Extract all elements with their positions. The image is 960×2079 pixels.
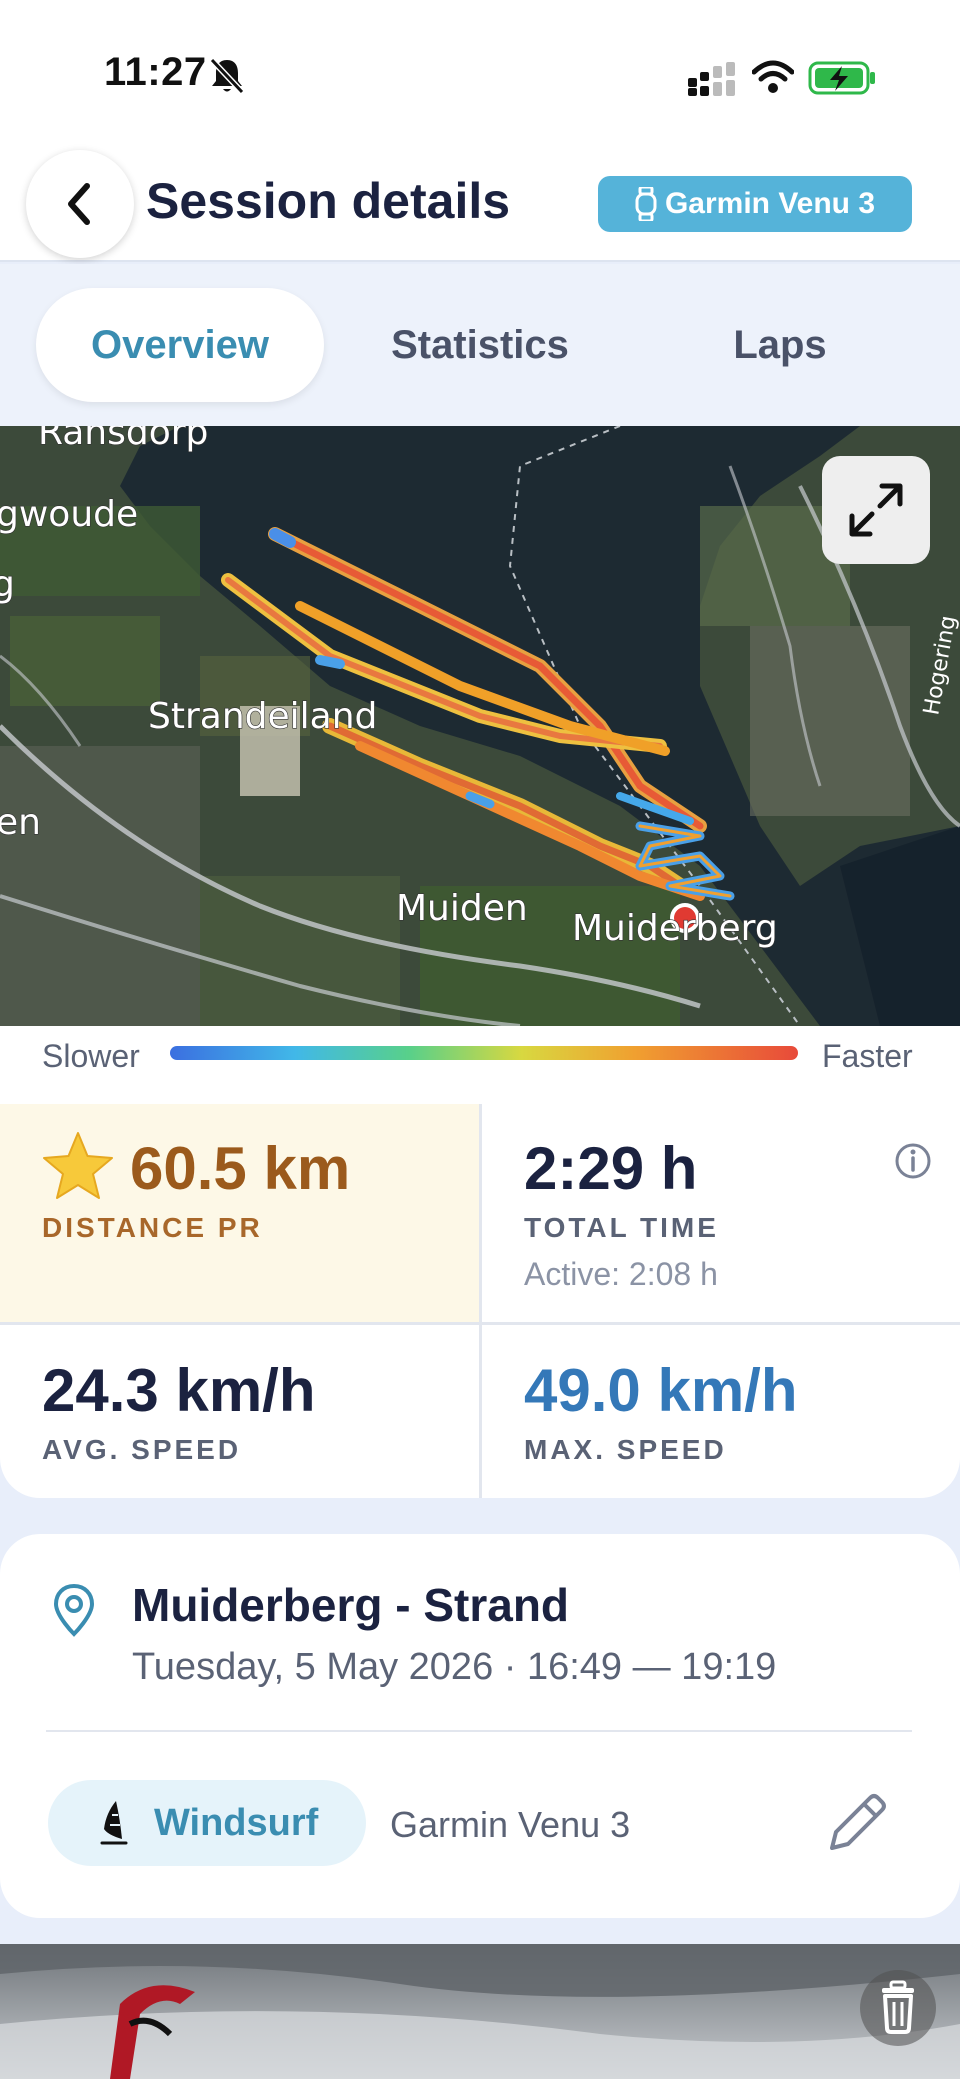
status-time: 11:27 — [104, 50, 207, 94]
speed-legend — [0, 1026, 960, 1104]
map-label-en: en — [0, 802, 41, 843]
device-name: Garmin Venu 3 — [390, 1804, 631, 1845]
avg-speed-label: AVG. SPEED — [42, 1434, 242, 1465]
max-speed-label: MAX. SPEED — [524, 1434, 727, 1465]
location-pin-icon — [50, 1582, 98, 1643]
device-badge-label: Garmin Venu 3 — [664, 187, 876, 220]
session-photo[interactable] — [0, 1944, 960, 2079]
tab-statistics[interactable]: Statistics — [330, 288, 630, 402]
distance-value: 60.5 km — [130, 1135, 351, 1202]
distance-label: DISTANCE PR — [42, 1212, 263, 1243]
page-title: Session details — [146, 173, 511, 229]
sport-label: Windsurf — [154, 1801, 319, 1844]
map-label-muiderberg: Muiderberg — [572, 908, 778, 949]
back-button[interactable] — [26, 150, 134, 258]
active-time: Active: 2:08 h — [524, 1256, 718, 1292]
map-label-strandeiland: Strandeiland — [148, 696, 377, 737]
tab-overview[interactable]: Overview — [36, 288, 324, 402]
legend-faster: Faster — [822, 1038, 913, 1074]
watch-icon — [635, 187, 657, 221]
total-time-value: 2:29 h — [524, 1135, 698, 1202]
signal-icon — [688, 62, 736, 101]
session-datetime: Tuesday, 5 May 2026 · 16:49 — 19:19 — [132, 1646, 777, 1688]
trash-icon[interactable] — [858, 1968, 938, 2053]
expand-map-button[interactable] — [822, 456, 930, 564]
avg-speed-value: 24.3 km/h — [42, 1357, 316, 1424]
tab-laps[interactable]: Laps — [640, 288, 920, 402]
pencil-icon[interactable] — [822, 1788, 892, 1863]
stats-divider-vertical — [479, 1104, 482, 1498]
legend-slower: Slower — [42, 1038, 140, 1074]
speed-gradient-bar — [170, 1046, 798, 1060]
map-label-gwoude: gwoude — [0, 494, 138, 535]
device-badge[interactable]: Garmin Venu 3 — [598, 176, 912, 232]
star-icon — [40, 1130, 116, 1207]
wifi-icon — [751, 60, 795, 99]
tab-bar: Overview Statistics Laps — [0, 264, 960, 426]
location-name: Muiderberg - Strand — [132, 1579, 570, 1631]
expand-icon — [849, 483, 903, 537]
map-label-muiden: Muiden — [396, 888, 528, 929]
stats-divider-horizontal — [0, 1322, 960, 1325]
battery-charging-icon — [808, 60, 878, 101]
bell-slash-icon — [208, 56, 246, 101]
windsurf-icon — [100, 1801, 128, 1845]
sport-chip[interactable]: Windsurf — [48, 1780, 366, 1866]
info-icon[interactable] — [894, 1142, 932, 1185]
max-speed-value: 49.0 km/h — [524, 1357, 798, 1424]
session-map[interactable]: Ransdorp gwoude g Strandeiland en Muiden… — [0, 426, 960, 1026]
total-time-label: TOTAL TIME — [524, 1212, 719, 1243]
map-label-ransdorp: Ransdorp — [38, 426, 208, 453]
location-divider — [46, 1730, 912, 1732]
chevron-left-icon — [68, 183, 90, 225]
map-label-g: g — [0, 564, 15, 605]
